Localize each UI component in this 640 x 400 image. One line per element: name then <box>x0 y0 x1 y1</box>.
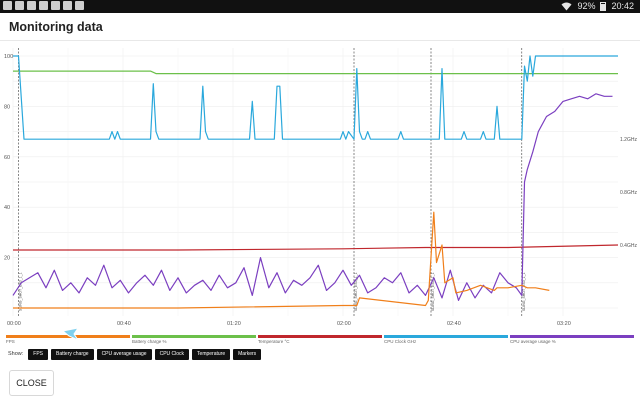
notification-icon <box>75 1 84 10</box>
notification-icon <box>51 1 60 10</box>
x-tick-label: 03:20 <box>557 321 571 327</box>
status-bar: 92% 20:42 <box>0 0 640 13</box>
page-title: Monitoring data <box>9 20 103 34</box>
chip-cpu-clock[interactable]: CPU Clock <box>154 348 190 360</box>
battery-percent: 92% <box>577 1 596 11</box>
y-tick-label: 20 <box>4 256 10 262</box>
chip-cpu-average-usage[interactable]: CPU average usage <box>96 348 152 360</box>
x-tick-label: 01:20 <box>227 321 241 327</box>
chip-temperature[interactable]: Temperature <box>192 348 231 360</box>
legend-item: CPU average usage % <box>510 334 634 346</box>
show-filter-bar: Show: FPS Battery charge CPU average usa… <box>8 348 262 360</box>
marker-label: SLING_SHOT_ES3_1_1 <box>19 272 23 311</box>
pointer-cursor-icon <box>62 327 80 341</box>
close-button[interactable]: CLOSE <box>9 370 54 396</box>
legend-swatch <box>510 335 634 338</box>
x-tick-label: 00:00 <box>7 321 21 327</box>
notification-icon <box>27 1 36 10</box>
legend-swatch <box>132 335 256 338</box>
notification-icons <box>3 1 84 10</box>
y2-tick-label: 0.4GHz <box>620 243 637 249</box>
wifi-icon <box>561 2 572 10</box>
notification-icon <box>3 1 12 10</box>
legend-item: Temperature °C <box>258 334 382 346</box>
series-line-fps <box>13 211 550 309</box>
x-tick-label: 00:40 <box>117 321 131 327</box>
legend-label: Temperature °C <box>258 339 290 344</box>
show-label: Show: <box>8 351 24 357</box>
legend-label: Battery charge % <box>132 339 167 344</box>
y-tick-label: 80 <box>4 104 10 110</box>
legend-label: CPU Clock GHz <box>384 339 417 344</box>
y-tick-label: 40 <box>4 205 10 211</box>
x-tick-label: 02:40 <box>447 321 461 327</box>
legend-label: FPS <box>6 339 15 344</box>
legend-item: CPU Clock GHz <box>384 334 508 346</box>
legend-swatch <box>384 335 508 338</box>
y2-tick-label: 0.8GHz <box>620 190 637 196</box>
series-line-battery-charge <box>13 70 618 75</box>
legend-swatch <box>258 335 382 338</box>
y-tick-label: 100 <box>4 54 13 60</box>
title-bar: Monitoring data <box>0 13 640 41</box>
y-tick-label: 60 <box>4 155 10 161</box>
y2-tick-label: 1.2GHz <box>620 137 637 143</box>
monitoring-chart: 100 80 60 40 20 1.2GHz 0.8GHz 0.4GHz 00:00 00:40 0… <box>4 48 637 327</box>
x-tick-label: 02:00 <box>337 321 351 327</box>
legend-item: Battery charge % <box>132 334 256 346</box>
chip-markers[interactable]: Markers <box>233 348 262 360</box>
chip-battery-charge[interactable]: Battery charge <box>51 348 94 360</box>
chart-legend: FPS Battery charge % Temperature °C CPU Clo… <box>0 334 640 346</box>
notification-icon <box>39 1 48 10</box>
notification-icon <box>63 1 72 10</box>
series-line-temperature-c <box>13 244 619 251</box>
series-line-cpu-clock-ghz <box>13 55 618 140</box>
battery-icon <box>600 1 607 11</box>
notification-icon <box>15 1 24 10</box>
chip-fps[interactable]: FPS <box>28 348 49 360</box>
legend-label: CPU average usage % <box>510 339 556 344</box>
clock: 20:42 <box>611 1 634 11</box>
